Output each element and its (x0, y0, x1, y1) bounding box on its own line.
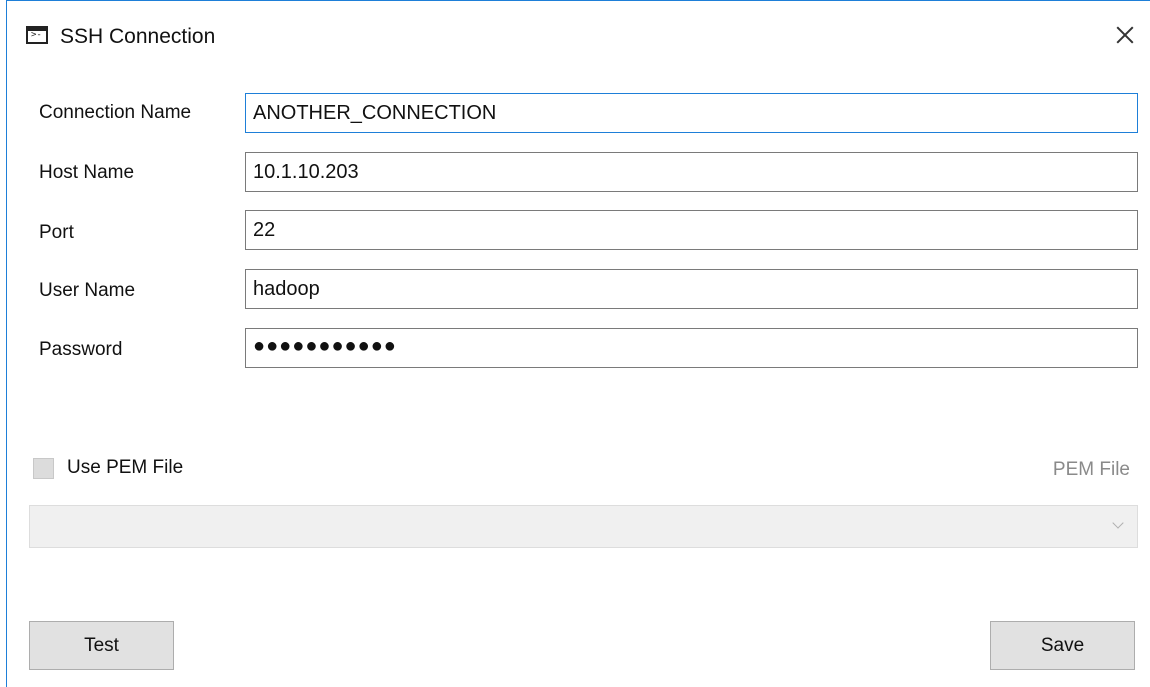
pem-file-dropdown[interactable] (29, 505, 1138, 548)
save-button[interactable]: Save (990, 621, 1135, 670)
port-field[interactable]: 22 (245, 210, 1138, 250)
password-label: Password (39, 339, 123, 360)
port-label: Port (39, 222, 74, 243)
close-button[interactable] (1110, 17, 1140, 53)
connection-name-field[interactable]: ANOTHER_CONNECTION (245, 93, 1138, 133)
pem-file-label: PEM File (1052, 459, 1130, 480)
user-name-label: User Name (39, 280, 136, 301)
connection-name-label: Connection Name (39, 102, 192, 123)
test-button[interactable]: Test (29, 621, 174, 670)
user-name-field[interactable]: hadoop (245, 269, 1138, 309)
use-pem-file-checkbox[interactable] (33, 458, 54, 479)
password-field[interactable]: ●●●●●●●●●●● (245, 328, 1138, 368)
chevron-down-icon (1112, 517, 1124, 529)
title-bar: >- SSH Connection (7, 1, 1150, 61)
use-pem-file-label[interactable]: Use PEM File (67, 457, 183, 479)
host-name-field[interactable]: 10.1.10.203 (245, 152, 1138, 192)
terminal-icon: >- (26, 26, 48, 44)
window-title: SSH Connection (60, 25, 216, 48)
host-name-label: Host Name (39, 162, 135, 183)
ssh-connection-dialog: >- SSH Connection Connection Name ANOTHE… (6, 0, 1150, 687)
